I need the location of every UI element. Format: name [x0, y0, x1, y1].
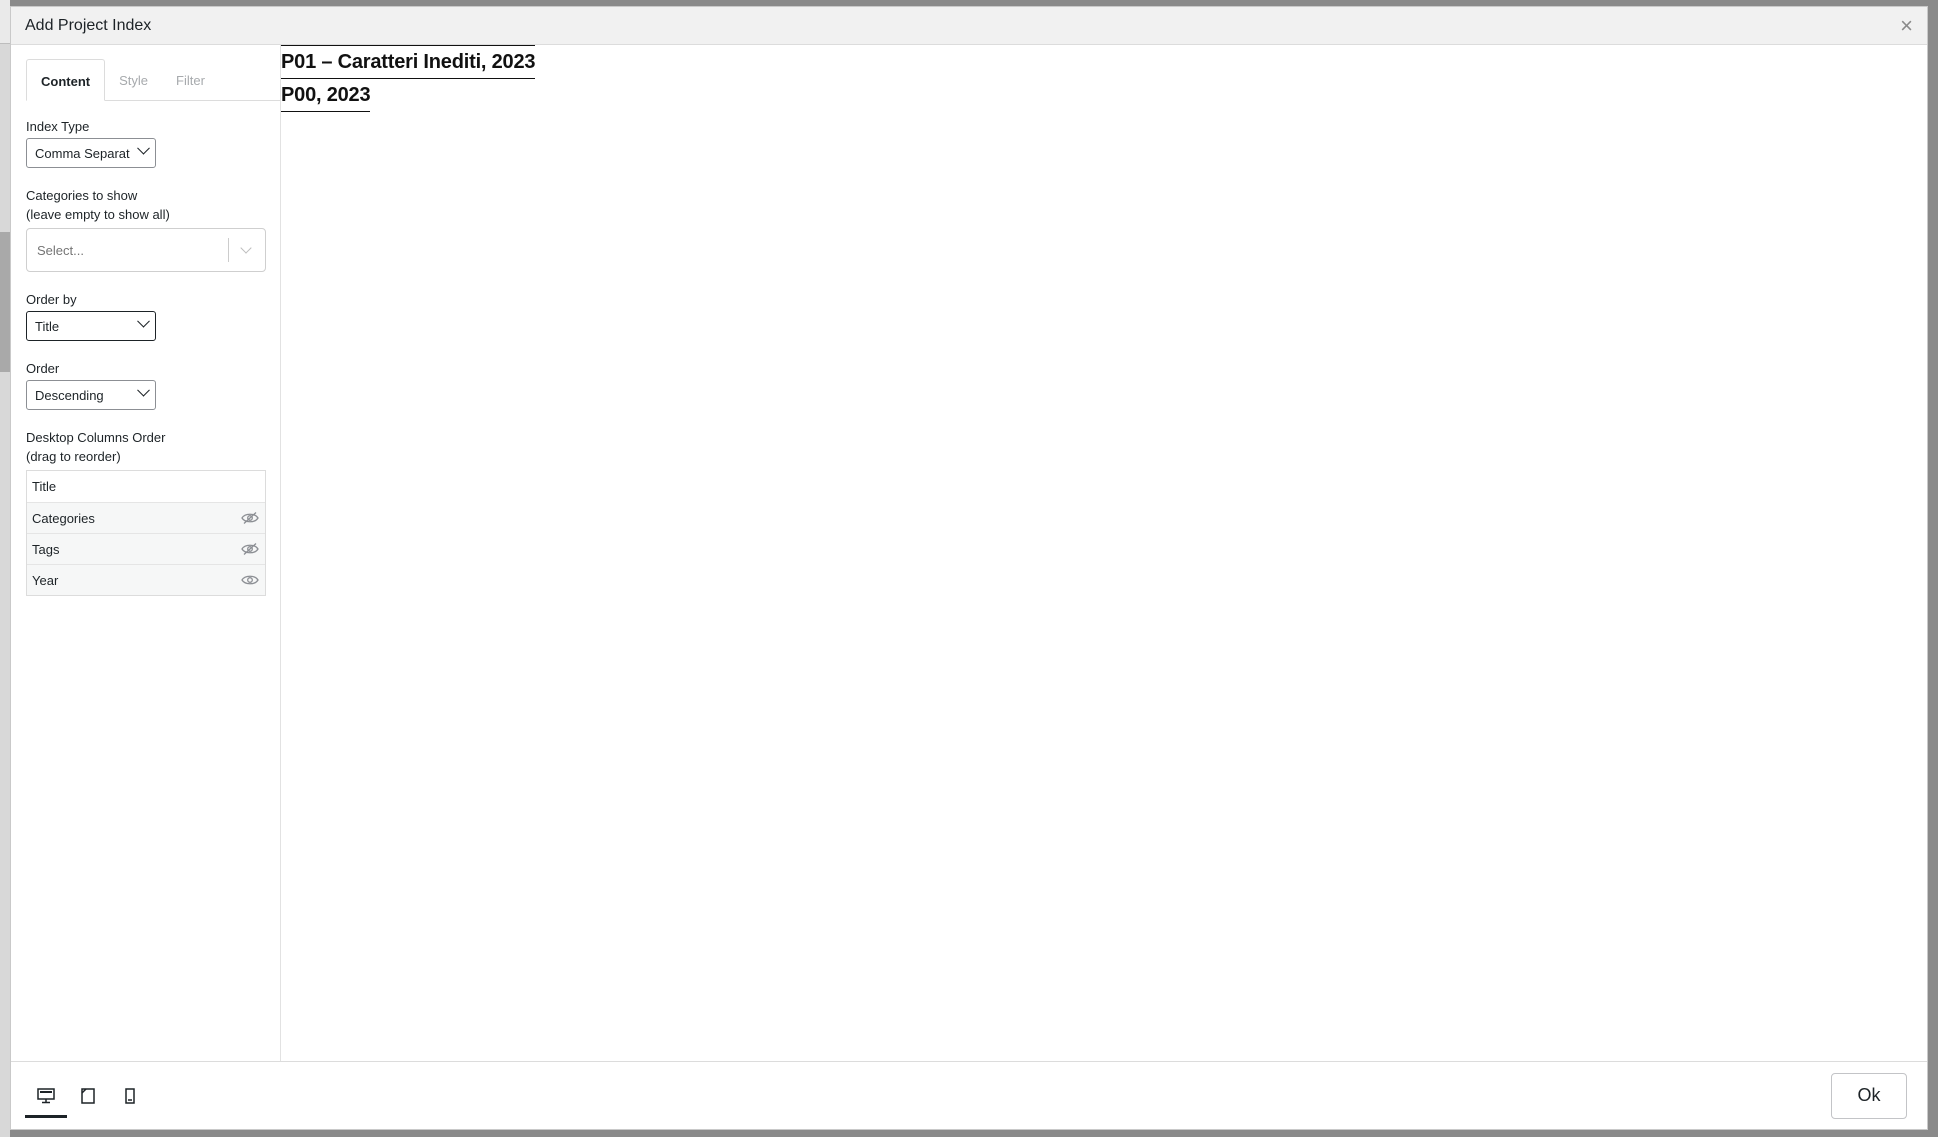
mobile-icon: [125, 1087, 135, 1104]
column-item-year[interactable]: Year: [27, 564, 265, 595]
close-icon[interactable]: ×: [1900, 14, 1913, 37]
column-item-title[interactable]: Title: [27, 471, 265, 502]
tab-content[interactable]: Content: [26, 59, 106, 101]
categories-hint: (leave empty to show all): [26, 207, 170, 222]
categories-label: Categories to show: [26, 188, 138, 203]
column-item-label: Year: [32, 572, 59, 588]
tablet-icon: [81, 1087, 95, 1104]
modal-header: Add Project Index ×: [11, 7, 1927, 45]
modal-body: Content Style Filter Index Type Comma Se…: [11, 45, 1927, 1061]
index-type-label: Index Type: [26, 119, 90, 134]
order-by-group: Order by Title: [26, 290, 265, 341]
categories-placeholder: Select...: [37, 242, 84, 258]
preview-entry[interactable]: P00, 2023: [281, 79, 371, 112]
tab-filter[interactable]: Filter: [162, 59, 219, 100]
ok-button[interactable]: Ok: [1831, 1072, 1907, 1119]
settings-tabs: Content Style Filter: [26, 59, 280, 101]
order-label: Order: [26, 361, 60, 376]
columns-list: Title Categories Tags Year: [26, 470, 266, 596]
column-item-categories[interactable]: Categories: [27, 502, 265, 533]
order-by-select-wrap: Title: [26, 311, 156, 341]
columns-order-hint: (drag to reorder): [26, 449, 121, 464]
device-desktop-button[interactable]: [25, 1062, 67, 1130]
background-block: [0, 232, 10, 372]
column-item-label: Tags: [32, 541, 60, 557]
background-toolbar: [0, 0, 10, 44]
desktop-icon: [37, 1087, 55, 1103]
add-project-index-modal: Add Project Index × Content Style Filter…: [10, 6, 1928, 1130]
tab-style[interactable]: Style: [105, 59, 162, 100]
index-preview: P01 – Caratteri Inediti, 2023 P00, 2023: [281, 45, 1927, 1061]
order-by-label: Order by: [26, 292, 77, 307]
column-item-label: Title: [32, 479, 57, 494]
index-type-select[interactable]: Comma Separat: [26, 138, 156, 168]
eye-icon[interactable]: [241, 574, 259, 586]
device-switcher: [25, 1062, 151, 1130]
categories-group: Categories to show (leave empty to show …: [26, 186, 266, 272]
modal-footer: Ok: [11, 1061, 1927, 1129]
preview-entry[interactable]: P01 – Caratteri Inediti, 2023: [281, 45, 536, 79]
index-type-select-wrap: Comma Separat: [26, 138, 156, 168]
columns-order-group: Desktop Columns Order (drag to reorder) …: [26, 428, 266, 596]
column-item-label: Categories: [32, 510, 95, 526]
order-select[interactable]: Descending: [26, 380, 156, 410]
order-group: Order Descending: [26, 359, 265, 410]
device-mobile-button[interactable]: [109, 1062, 151, 1130]
column-item-tags[interactable]: Tags: [27, 533, 265, 564]
order-select-wrap: Descending: [26, 380, 156, 410]
background-page: [0, 0, 10, 1137]
eye-slash-icon[interactable]: [241, 543, 259, 555]
categories-select[interactable]: Select...: [26, 228, 266, 272]
settings-sidebar: Content Style Filter Index Type Comma Se…: [11, 45, 281, 1061]
index-type-group: Index Type Comma Separat: [26, 117, 265, 168]
device-tablet-button[interactable]: [67, 1062, 109, 1130]
order-by-select[interactable]: Title: [26, 311, 156, 341]
chevron-down-icon[interactable]: [229, 228, 265, 272]
modal-title: Add Project Index: [25, 16, 152, 34]
columns-order-label: Desktop Columns Order: [26, 430, 166, 445]
eye-slash-icon[interactable]: [241, 512, 259, 524]
preview-entries: P01 – Caratteri Inediti, 2023 P00, 2023: [281, 45, 536, 112]
